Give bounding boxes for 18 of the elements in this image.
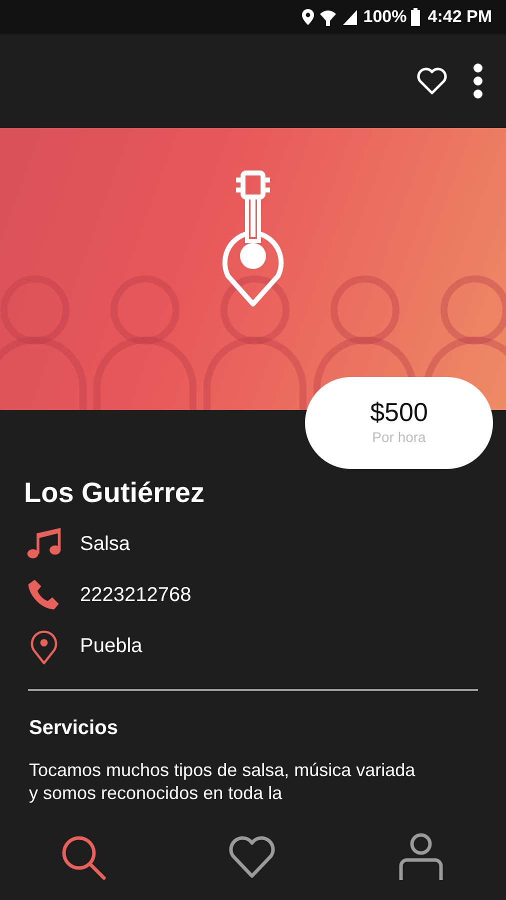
detail-text: Salsa — [80, 532, 130, 558]
battery-text: 100% — [363, 6, 407, 28]
battery-icon — [410, 8, 420, 26]
price-text: $500 — [370, 398, 428, 427]
section-title: Servicios — [29, 716, 119, 741]
detail-text: Puebla — [80, 634, 142, 660]
more-button[interactable] — [472, 63, 484, 99]
band-name: Los Gutiérrez — [24, 476, 206, 510]
signal-icon — [341, 8, 360, 26]
favorite-button[interactable] — [416, 66, 448, 96]
heart-icon — [416, 66, 448, 96]
detail-text: 2223212768 — [80, 583, 192, 608]
more-icon — [472, 63, 484, 99]
services-description: Tocamos muchos tipos de salsa, música variada y somos reconocidos en toda la — [29, 758, 416, 805]
location-icon — [301, 8, 316, 26]
clock-text: 4:42 PM — [428, 6, 492, 28]
rate-text: Por hora — [372, 428, 426, 447]
wifi-icon — [319, 8, 338, 26]
